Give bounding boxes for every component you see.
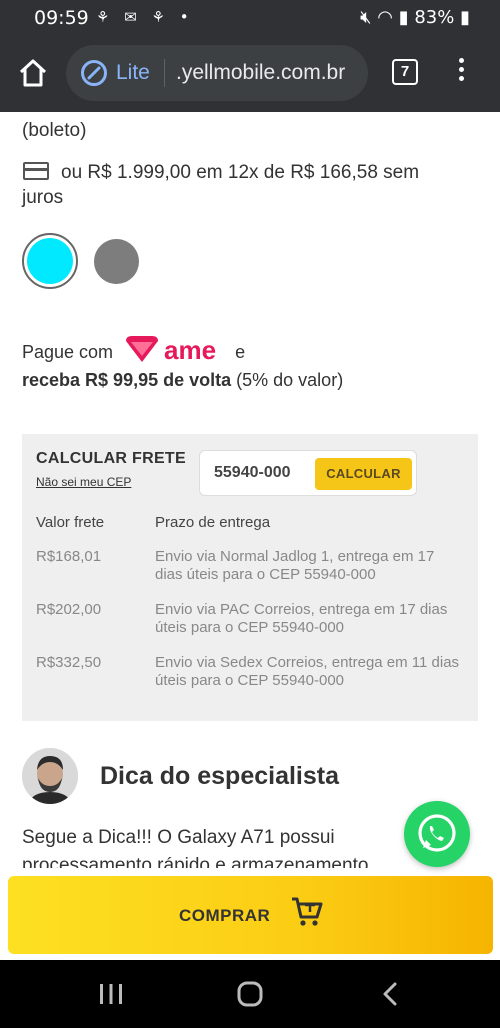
ame-logo-icon: ame — [126, 335, 216, 365]
avatar-image — [22, 748, 78, 804]
wifi-icon: ◠ — [377, 7, 393, 28]
shipping-description: Envio via Normal Jadlog 1, entrega em 17… — [155, 548, 435, 583]
status-time: 09:59 — [34, 7, 89, 29]
lite-mode-label: Lite — [116, 61, 150, 84]
cep-input-group: 55940-000 CALCULAR — [199, 450, 417, 496]
ame-brand: ame — [164, 335, 216, 365]
shipping-price: R$202,00 — [36, 601, 102, 618]
home-icon[interactable] — [17, 57, 49, 89]
battery-level: 83% — [414, 7, 455, 28]
back-icon[interactable] — [378, 981, 402, 1007]
buy-button[interactable]: COMPRAR — [8, 876, 493, 954]
boleto-text: (boleto) — [22, 120, 87, 141]
buy-button-label: COMPRAR — [179, 906, 271, 925]
mute-icon: 🔇︎ — [360, 7, 372, 28]
system-nav-bar — [0, 960, 500, 1028]
system-home-icon[interactable] — [237, 981, 263, 1007]
lite-mode-icon — [81, 60, 107, 86]
tab-switcher-button[interactable]: 7 — [392, 59, 418, 85]
ame-suffix: e — [235, 341, 246, 362]
shipping-price: R$332,50 — [36, 654, 102, 671]
signal-icon: ▮ — [398, 7, 409, 28]
installments-text: ou R$ 1.999,00 em 12x de R$ 166,58 sem j… — [22, 162, 420, 208]
browser-toolbar: Lite .yellmobile.com.br 7 — [0, 34, 500, 112]
status-bar: 09:59 ⚘ ✉ ⚘ • 🔇︎ ◠ ▮ 83% ▮ — [0, 0, 500, 34]
recent-apps-icon[interactable] — [98, 982, 124, 1006]
cashback-text: receba R$ 99,95 de volta (5% do valor) — [22, 370, 343, 391]
address-bar[interactable]: Lite .yellmobile.com.br — [66, 45, 368, 101]
col-header-deadline: Prazo de entrega — [155, 514, 271, 531]
cashback-amount: receba R$ 99,95 de volta — [22, 370, 232, 390]
whatsapp-icon — [418, 814, 456, 852]
cep-input[interactable]: 55940-000 — [214, 464, 291, 482]
tip-text: Segue a Dica!!! O Galaxy A71 possui proc… — [22, 827, 369, 868]
shipping-title: CALCULAR FRETE — [36, 450, 186, 467]
page-content: (boleto) ou R$ 1.999,00 em 12x de R$ 166… — [0, 112, 500, 868]
col-header-price: Valor frete — [36, 514, 105, 531]
tip-title: Dica do especialista — [100, 762, 340, 790]
cashback-note: (5% do valor) — [236, 370, 344, 390]
ame-promo: Pague com ame e — [22, 335, 246, 365]
ame-prefix: Pague com — [22, 341, 114, 362]
specialist-avatar — [22, 748, 78, 804]
shopping-cart-icon — [292, 897, 323, 926]
color-swatch-cyan[interactable] — [22, 233, 78, 289]
battery-icon: ▮ — [460, 7, 470, 28]
calculate-button[interactable]: CALCULAR — [315, 458, 412, 490]
status-right: 🔇︎ ◠ ▮ 83% ▮ — [360, 7, 470, 28]
shipping-description: Envio via Sedex Correios, entrega em 11 … — [155, 654, 460, 689]
shipping-description: Envio via PAC Correios, entrega em 17 di… — [155, 601, 448, 636]
url-divider — [164, 59, 165, 87]
shipping-calculator: CALCULAR FRETE Não sei meu CEP 55940-000… — [22, 434, 478, 721]
whatsapp-button[interactable] — [404, 801, 470, 867]
unknown-cep-link[interactable]: Não sei meu CEP — [36, 475, 131, 489]
color-swatch-gray[interactable] — [94, 239, 139, 284]
notification-icons: ⚘ ✉ ⚘ • — [96, 8, 194, 26]
url-text[interactable]: .yellmobile.com.br — [176, 61, 345, 85]
shipping-price: R$168,01 — [36, 548, 102, 565]
more-menu-icon[interactable] — [456, 58, 466, 88]
